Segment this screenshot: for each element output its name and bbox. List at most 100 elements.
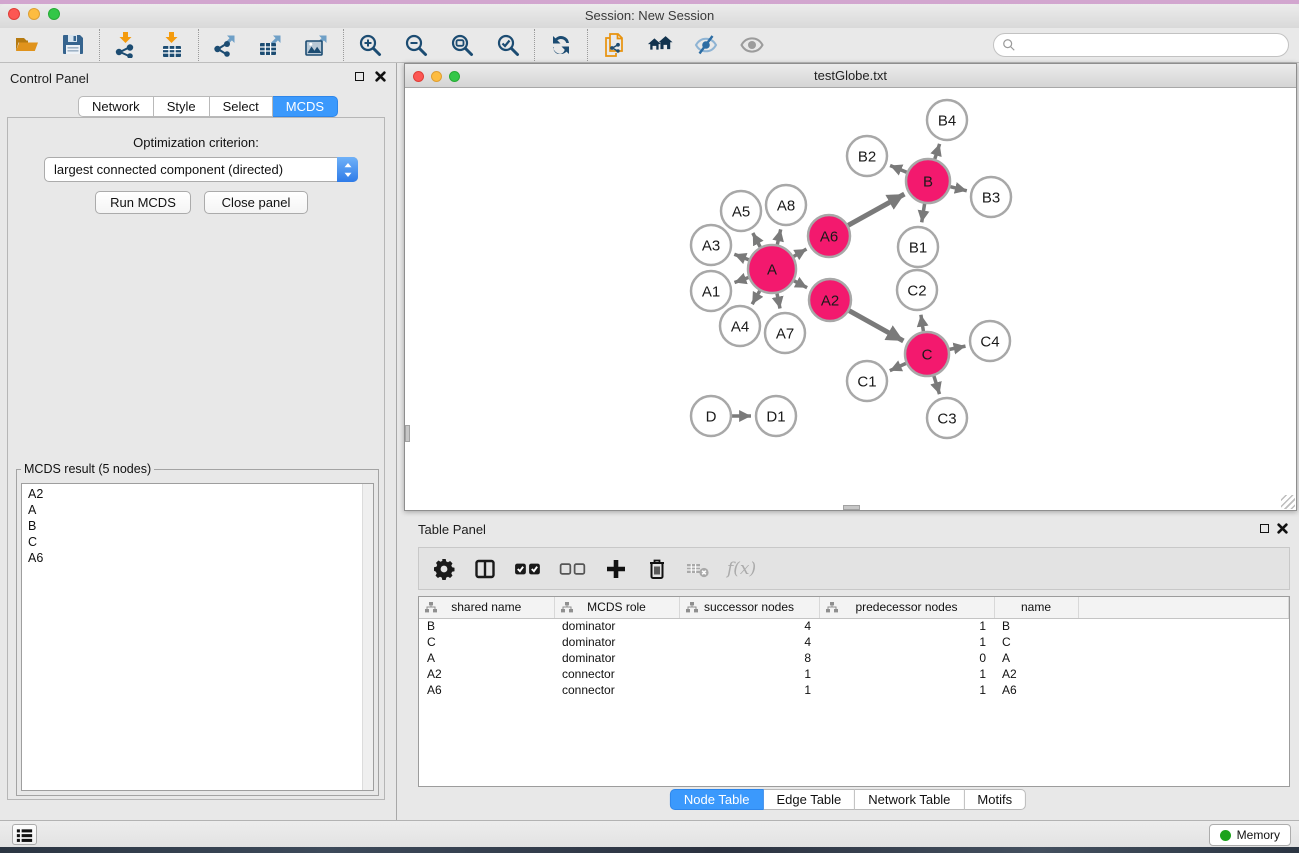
vertical-scrollbar-thumb[interactable]	[405, 425, 410, 442]
edge-A-A7[interactable]	[777, 294, 780, 309]
cell-name[interactable]: B	[994, 618, 1078, 634]
run-mcds-button[interactable]: Run MCDS	[95, 191, 191, 214]
duplicate-network-button[interactable]	[601, 32, 627, 58]
node-D1[interactable]: D1	[756, 396, 796, 436]
horizontal-scrollbar-thumb[interactable]	[843, 505, 860, 510]
deselect-all-button[interactable]	[559, 557, 587, 581]
mcds-result-item[interactable]: B	[28, 518, 373, 534]
cell-shared-name[interactable]: A	[419, 650, 554, 666]
node-table[interactable]: shared nameMCDS rolesuccessor nodesprede…	[419, 597, 1289, 698]
refresh-button[interactable]	[548, 32, 574, 58]
cell-shared-name[interactable]: B	[419, 618, 554, 634]
tab-edge-table[interactable]: Edge Table	[763, 789, 855, 810]
split-view-button[interactable]	[473, 557, 497, 581]
node-C[interactable]: C	[905, 332, 949, 376]
edge-A-A3[interactable]	[734, 254, 748, 260]
cell-successor-nodes[interactable]: 1	[679, 682, 819, 698]
import-table-button[interactable]	[159, 32, 185, 58]
network-canvas[interactable]: AA6A2BCA5A8A3A1A4A7B2B4B3B1C2C4C1C3DD1	[405, 88, 1296, 510]
node-A4[interactable]: A4	[720, 306, 760, 346]
show-network-button[interactable]	[739, 32, 765, 58]
node-D[interactable]: D	[691, 396, 731, 436]
optimization-criterion-select[interactable]: largest connected component (directed)	[44, 157, 358, 182]
tab-style[interactable]: Style	[154, 96, 210, 117]
cell-MCDS-role[interactable]: connector	[554, 666, 679, 682]
edge-C-C2[interactable]	[921, 315, 924, 332]
node-C4[interactable]: C4	[970, 321, 1010, 361]
tab-select[interactable]: Select	[210, 96, 273, 117]
edge-A6-B[interactable]	[848, 194, 904, 225]
edge-A-A1[interactable]	[735, 278, 749, 283]
cell-successor-nodes[interactable]: 1	[679, 666, 819, 682]
edge-B-B2[interactable]	[890, 166, 907, 173]
node-B[interactable]: B	[906, 159, 950, 203]
tab-node-table[interactable]: Node Table	[670, 789, 764, 810]
cell-shared-name[interactable]: C	[419, 634, 554, 650]
cell-predecessor-nodes[interactable]: 1	[819, 618, 994, 634]
cell-MCDS-role[interactable]: dominator	[554, 618, 679, 634]
edge-A-A8[interactable]	[777, 229, 780, 244]
column-header-predecessor-nodes[interactable]: predecessor nodes	[819, 597, 994, 618]
tab-network-table[interactable]: Network Table	[855, 789, 964, 810]
export-table-button[interactable]	[258, 32, 284, 58]
cell-shared-name[interactable]: A2	[419, 666, 554, 682]
zoom-fit-button[interactable]	[449, 32, 475, 58]
memory-button[interactable]: Memory	[1209, 824, 1291, 846]
column-header-shared-name[interactable]: shared name	[419, 597, 554, 618]
home-button[interactable]	[647, 32, 673, 58]
mcds-result-item[interactable]: C	[28, 534, 373, 550]
mcds-result-item[interactable]: A2	[28, 486, 373, 502]
cell-MCDS-role[interactable]: dominator	[554, 634, 679, 650]
search-input[interactable]	[1021, 38, 1280, 52]
node-A8[interactable]: A8	[766, 185, 806, 225]
cell-name[interactable]: A6	[994, 682, 1078, 698]
edge-C-C3[interactable]	[934, 376, 940, 394]
cell-MCDS-role[interactable]: dominator	[554, 650, 679, 666]
cell-successor-nodes[interactable]: 4	[679, 634, 819, 650]
column-header-successor-nodes[interactable]: successor nodes	[679, 597, 819, 618]
edge-B-B1[interactable]	[922, 204, 925, 223]
node-C3[interactable]: C3	[927, 398, 967, 438]
edge-A-A5[interactable]	[753, 233, 760, 247]
node-A[interactable]: A	[748, 245, 796, 293]
node-C1[interactable]: C1	[847, 361, 887, 401]
table-row[interactable]: A6connector11A6	[419, 682, 1289, 698]
tab-mcds[interactable]: MCDS	[273, 96, 338, 117]
table-row[interactable]: Bdominator41B	[419, 618, 1289, 634]
edge-B-B3[interactable]	[950, 187, 967, 191]
cell-predecessor-nodes[interactable]: 0	[819, 650, 994, 666]
export-network-button[interactable]	[212, 32, 238, 58]
cell-successor-nodes[interactable]: 4	[679, 618, 819, 634]
zoom-out-button[interactable]	[403, 32, 429, 58]
open-session-button[interactable]	[14, 32, 40, 58]
edge-C-C1[interactable]	[890, 363, 906, 370]
node-A7[interactable]: A7	[765, 313, 805, 353]
close-panel-icon[interactable]	[1277, 523, 1288, 534]
close-panel-button[interactable]: Close panel	[204, 191, 308, 214]
cell-successor-nodes[interactable]: 8	[679, 650, 819, 666]
edge-A2-C[interactable]	[849, 311, 903, 341]
destroy-table-button[interactable]	[686, 557, 710, 581]
node-C2[interactable]: C2	[897, 270, 937, 310]
cell-predecessor-nodes[interactable]: 1	[819, 666, 994, 682]
cell-name[interactable]: A	[994, 650, 1078, 666]
node-A2[interactable]: A2	[809, 279, 851, 321]
zoom-in-button[interactable]	[357, 32, 383, 58]
mcds-result-item[interactable]: A6	[28, 550, 373, 566]
column-header-MCDS-role[interactable]: MCDS role	[554, 597, 679, 618]
cell-predecessor-nodes[interactable]: 1	[819, 682, 994, 698]
float-panel-icon[interactable]	[1260, 524, 1269, 533]
column-header-name[interactable]: name	[994, 597, 1078, 618]
edge-A-A6[interactable]	[794, 249, 807, 257]
add-column-button[interactable]	[604, 557, 628, 581]
show-panels-button[interactable]	[12, 824, 37, 845]
table-row[interactable]: Adominator80A	[419, 650, 1289, 666]
cell-name[interactable]: A2	[994, 666, 1078, 682]
node-B1[interactable]: B1	[898, 227, 938, 267]
tab-network[interactable]: Network	[78, 96, 154, 117]
result-scrollbar[interactable]	[362, 484, 373, 790]
node-B3[interactable]: B3	[971, 177, 1011, 217]
cell-predecessor-nodes[interactable]: 1	[819, 634, 994, 650]
cell-shared-name[interactable]: A6	[419, 682, 554, 698]
float-panel-icon[interactable]	[355, 72, 364, 81]
